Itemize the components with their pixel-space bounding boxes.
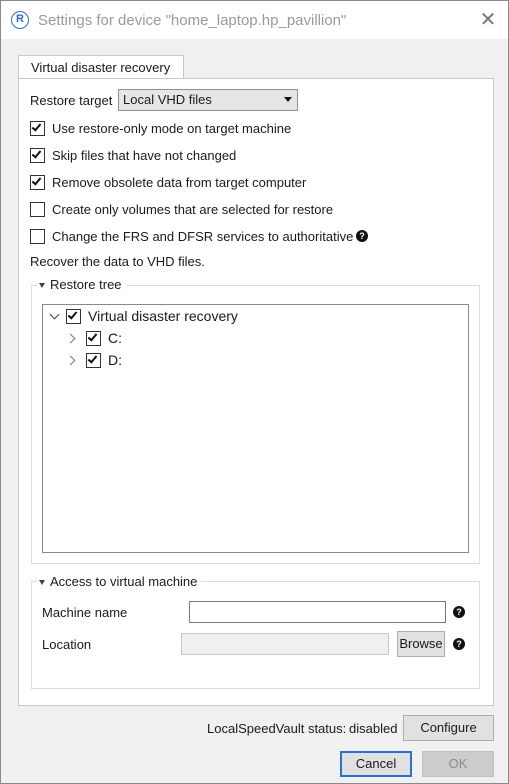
machine-name-label: Machine name [42,605,128,620]
cancel-button[interactable]: Cancel [340,751,412,777]
remove-obsolete-data-label: Remove obsolete data from target compute… [52,175,307,190]
restore-target-value: Local VHD files [123,92,212,107]
frs-dfsr-help-icon[interactable]: ? [356,230,368,242]
window-title: Settings for device "home_laptop.hp_pavi… [38,12,347,29]
collapse-triangle-icon [39,580,45,586]
frs-dfsr-authoritative-label: Change the FRS and DFSR services to auth… [52,229,354,244]
ok-button: OK [422,751,494,777]
machine-name-input[interactable] [189,601,446,623]
dropdown-arrow-icon [284,97,292,102]
skip-unchanged-files-checkbox[interactable] [30,148,45,163]
close-button[interactable]: ✕ [475,7,501,33]
restore-only-mode-checkbox[interactable] [30,121,45,136]
tab-virtual-disaster-recovery[interactable]: Virtual disaster recovery [18,55,184,79]
settings-dialog: R Settings for device "home_laptop.hp_pa… [0,0,509,784]
tree-expand-chevron-icon[interactable] [49,309,60,320]
tree-root-checkbox[interactable] [66,309,81,324]
restore-tree-legend[interactable]: Restore tree [37,277,126,292]
frs-dfsr-authoritative-checkbox[interactable] [30,229,45,244]
tree-expand-d-chevron-icon[interactable] [65,355,76,366]
location-input [181,633,389,655]
location-label: Location [42,637,92,652]
tree-expand-c-chevron-icon[interactable] [65,333,76,344]
restore-target-select[interactable]: Local VHD files [118,89,298,111]
machine-name-help-icon[interactable]: ? [453,606,465,618]
checkmark-icon [31,175,42,186]
checkmark-icon [31,148,42,159]
create-selected-volumes-checkbox[interactable] [30,202,45,217]
browse-button[interactable]: Browse [397,631,445,657]
restore-only-mode-label: Use restore-only mode on target machine [52,121,292,136]
restore-target-label: Restore target [30,93,113,108]
tree-c-drive-label[interactable]: C: [108,330,122,346]
tree-root-label[interactable]: Virtual disaster recovery [88,308,238,324]
app-logo-icon: R [11,11,29,29]
tree-d-drive-checkbox[interactable] [86,353,101,368]
description-text: Recover the data to VHD files. [30,254,205,269]
restore-tree-legend-text: Restore tree [50,277,122,292]
location-help-icon[interactable]: ? [453,638,465,650]
localspeedvault-status-label: LocalSpeedVault status: [207,721,347,736]
tree-d-drive-label[interactable]: D: [108,352,122,368]
collapse-triangle-icon [39,283,45,289]
create-selected-volumes-label: Create only volumes that are selected fo… [52,202,334,217]
tree-c-drive-checkbox[interactable] [86,331,101,346]
checkmark-icon [67,309,78,320]
localspeedvault-status-value: disabled [349,721,398,736]
checkmark-icon [87,331,98,342]
skip-unchanged-files-label: Skip files that have not changed [52,148,237,163]
title-bar[interactable]: R Settings for device "home_laptop.hp_pa… [1,1,508,39]
checkmark-icon [87,353,98,364]
restore-tree-view[interactable]: Virtual disaster recovery C: D: [42,304,469,553]
virtual-machine-legend-text: Access to virtual machine [50,574,198,589]
remove-obsolete-data-checkbox[interactable] [30,175,45,190]
checkmark-icon [31,121,42,132]
virtual-machine-legend[interactable]: Access to virtual machine [37,574,202,589]
configure-button[interactable]: Configure [403,715,494,741]
